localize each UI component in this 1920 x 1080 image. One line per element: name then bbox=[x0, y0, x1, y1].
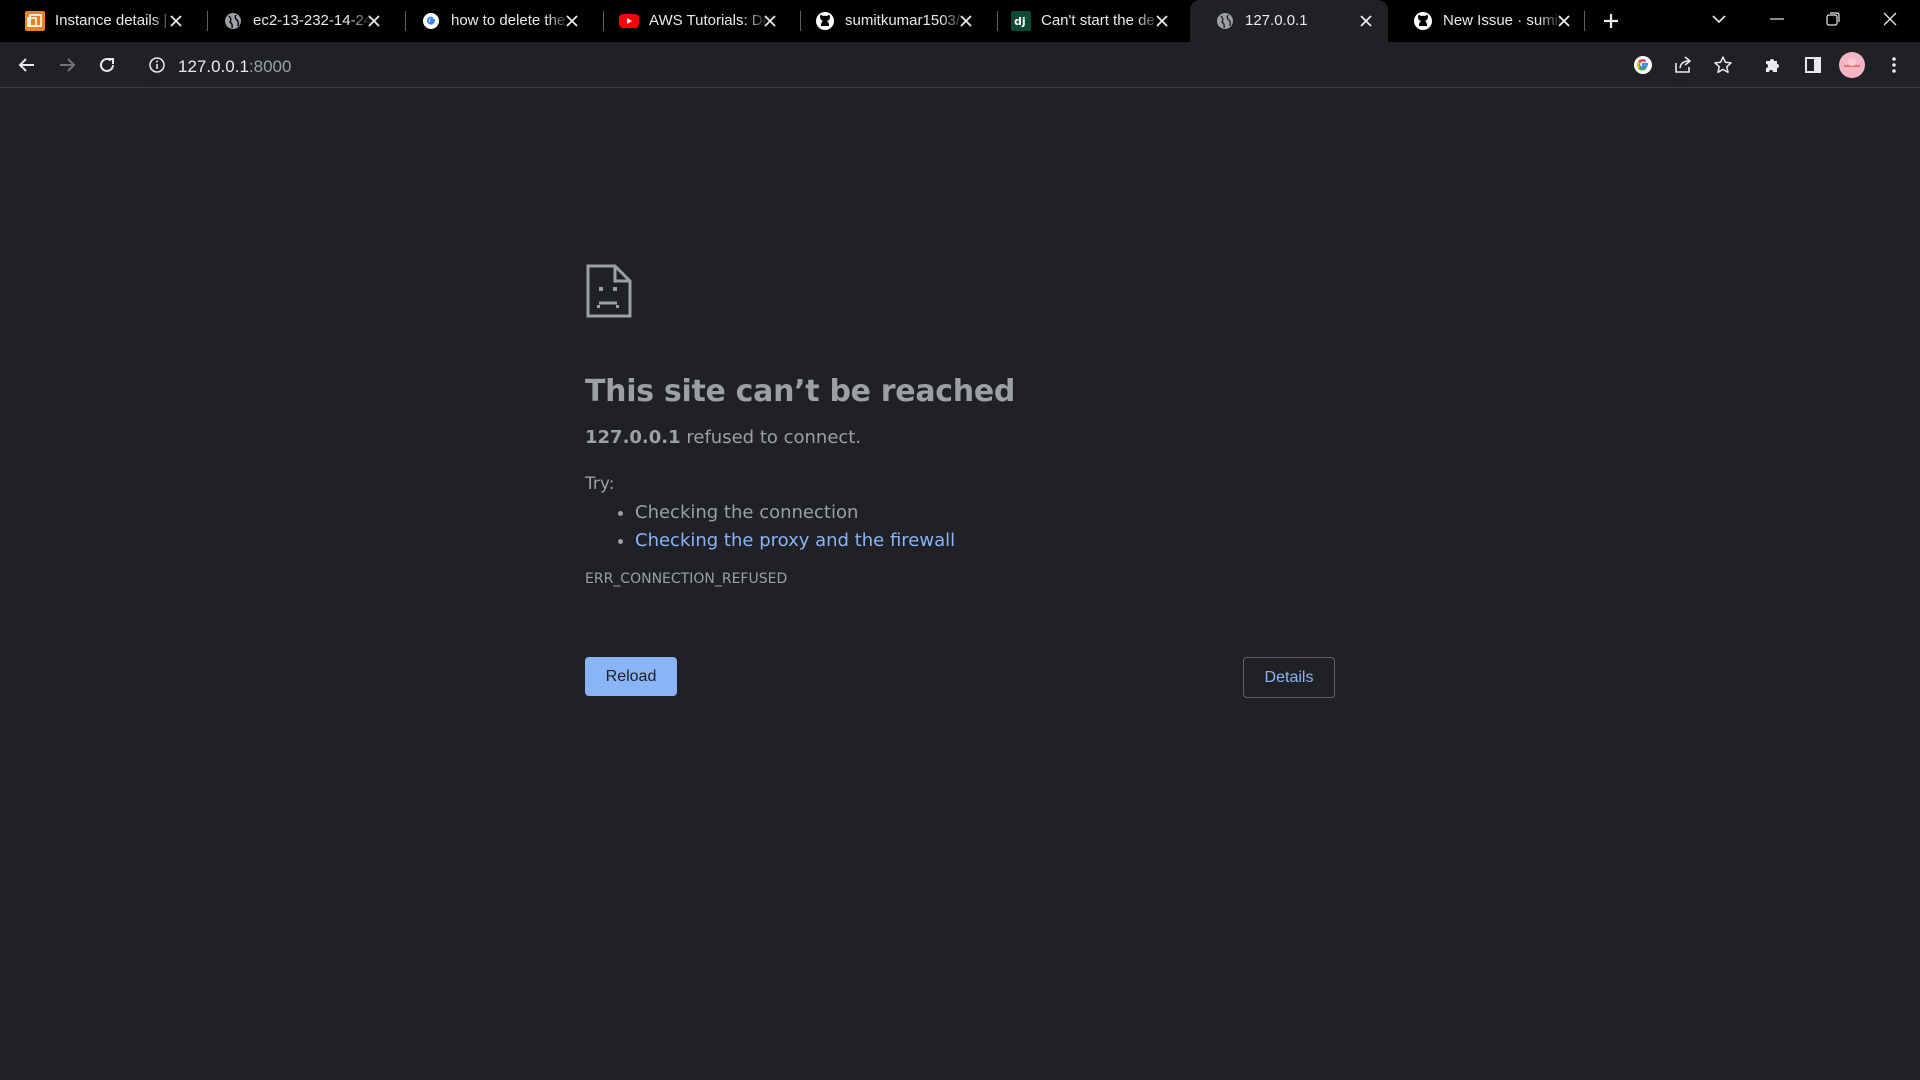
close-icon[interactable] bbox=[1356, 11, 1376, 31]
forward-button[interactable] bbox=[53, 51, 81, 79]
share-icon bbox=[1675, 56, 1692, 73]
github-icon bbox=[815, 11, 835, 31]
suggestion-item: Checking the connection bbox=[635, 502, 1335, 523]
avatar bbox=[1839, 52, 1865, 78]
restore-button[interactable] bbox=[1805, 0, 1861, 38]
globe-icon bbox=[1215, 11, 1235, 31]
browser-toolbar: 127.0.0.1:8000 bbox=[0, 42, 1920, 88]
youtube-icon bbox=[619, 11, 639, 31]
tab-title: New Issue · sumit bbox=[1443, 12, 1563, 29]
close-icon[interactable] bbox=[956, 11, 976, 31]
refresh-icon bbox=[100, 57, 114, 72]
close-window-button[interactable] bbox=[1862, 0, 1918, 38]
close-icon[interactable] bbox=[760, 11, 780, 31]
suggestion-text: Checking the connection bbox=[635, 502, 859, 523]
plus-icon bbox=[1604, 14, 1618, 28]
reload-page-button[interactable] bbox=[93, 51, 121, 79]
details-button[interactable]: Details bbox=[1243, 657, 1335, 698]
close-icon[interactable] bbox=[1554, 11, 1574, 31]
chrome-menu-button[interactable] bbox=[1880, 51, 1908, 79]
back-button[interactable] bbox=[13, 51, 41, 79]
page-content: This site can’t be reached 127.0.0.1 ref… bbox=[0, 88, 1920, 1080]
tab-title: how to delete the bbox=[451, 12, 566, 29]
tab-search-button[interactable] bbox=[1705, 5, 1733, 33]
svg-text:dj: dj bbox=[1014, 15, 1026, 28]
arrow-right-icon bbox=[60, 58, 76, 72]
tab-title: Instance details | EC2 bbox=[55, 12, 175, 29]
suggestion-list: Checking the connection Checking the pro… bbox=[635, 502, 1335, 551]
reload-button[interactable]: Reload bbox=[585, 657, 677, 696]
error-host: 127.0.0.1 bbox=[585, 427, 681, 448]
error-panel: This site can’t be reached 127.0.0.1 ref… bbox=[585, 263, 1335, 699]
tab-title: Can't start the de bbox=[1041, 12, 1155, 29]
tab-title: AWS Tutorials: De bbox=[649, 12, 769, 29]
extensions-button[interactable] bbox=[1759, 51, 1787, 79]
share-button[interactable] bbox=[1669, 51, 1697, 79]
side-panel-button[interactable] bbox=[1799, 51, 1827, 79]
suggestion-item: Checking the proxy and the firewall bbox=[635, 530, 1335, 551]
tab-strip: Instance details | EC2 ec2-13-232-14-24 … bbox=[0, 0, 1920, 42]
bookmark-button[interactable] bbox=[1709, 51, 1737, 79]
chevron-down-icon bbox=[1712, 15, 1726, 24]
tab-django-forum[interactable]: dj Can't start the de bbox=[986, 0, 1184, 42]
tab-localhost-active[interactable]: 127.0.0.1 bbox=[1190, 0, 1388, 42]
tab-google-search[interactable]: how to delete the bbox=[396, 0, 594, 42]
close-icon[interactable] bbox=[364, 11, 384, 31]
close-icon[interactable] bbox=[166, 11, 186, 31]
minimize-icon bbox=[1770, 18, 1784, 20]
profile-button[interactable] bbox=[1838, 51, 1866, 79]
tab-instance-details[interactable]: Instance details | EC2 bbox=[0, 0, 198, 42]
google-icon bbox=[421, 11, 441, 31]
arrow-left-icon bbox=[18, 58, 34, 72]
tab-ec2-host[interactable]: ec2-13-232-14-24 bbox=[198, 0, 396, 42]
url-host: 127.0.0.1 bbox=[178, 57, 249, 76]
tab-github-repo[interactable]: sumitkumar1503/ bbox=[790, 0, 988, 42]
error-summary-text: refused to connect. bbox=[680, 427, 862, 448]
star-icon bbox=[1714, 56, 1732, 74]
kebab-menu-icon bbox=[1892, 57, 1896, 73]
github-icon bbox=[1413, 11, 1433, 31]
address-bar[interactable]: 127.0.0.1:8000 bbox=[136, 48, 1696, 82]
tab-title: sumitkumar1503/ bbox=[845, 12, 961, 29]
django-icon: dj bbox=[1011, 11, 1031, 31]
close-icon[interactable] bbox=[1152, 11, 1172, 31]
button-row: Reload Details bbox=[585, 657, 1335, 699]
tab-title: 127.0.0.1 bbox=[1245, 12, 1308, 29]
proxy-firewall-link[interactable]: Checking the proxy and the firewall bbox=[635, 530, 955, 551]
error-code: ERR_CONNECTION_REFUSED bbox=[585, 571, 788, 587]
close-icon[interactable] bbox=[562, 11, 582, 31]
url-port: :8000 bbox=[248, 57, 292, 76]
tab-github-new-issue[interactable]: New Issue · sumit bbox=[1388, 0, 1586, 42]
info-icon[interactable] bbox=[148, 56, 166, 79]
sad-page-icon bbox=[586, 264, 632, 318]
try-label: Try: bbox=[585, 474, 615, 494]
google-lens-button[interactable] bbox=[1629, 51, 1657, 79]
url-text[interactable]: 127.0.0.1:8000 bbox=[178, 57, 291, 77]
side-panel-icon bbox=[1805, 57, 1821, 73]
close-icon bbox=[1883, 12, 1897, 26]
tab-youtube[interactable]: AWS Tutorials: De bbox=[594, 0, 792, 42]
restore-icon bbox=[1826, 12, 1840, 26]
tab-title: ec2-13-232-14-24 bbox=[253, 12, 373, 29]
tab-separator bbox=[1584, 11, 1585, 31]
aws-ec2-icon bbox=[25, 11, 45, 31]
error-heading: This site can’t be reached bbox=[585, 374, 1016, 409]
error-summary: 127.0.0.1 refused to connect. bbox=[585, 427, 1335, 448]
globe-icon bbox=[223, 11, 243, 31]
new-tab-button[interactable] bbox=[1597, 7, 1625, 35]
minimize-button[interactable] bbox=[1749, 0, 1805, 38]
puzzle-icon bbox=[1766, 59, 1779, 72]
google-icon bbox=[1634, 56, 1652, 74]
